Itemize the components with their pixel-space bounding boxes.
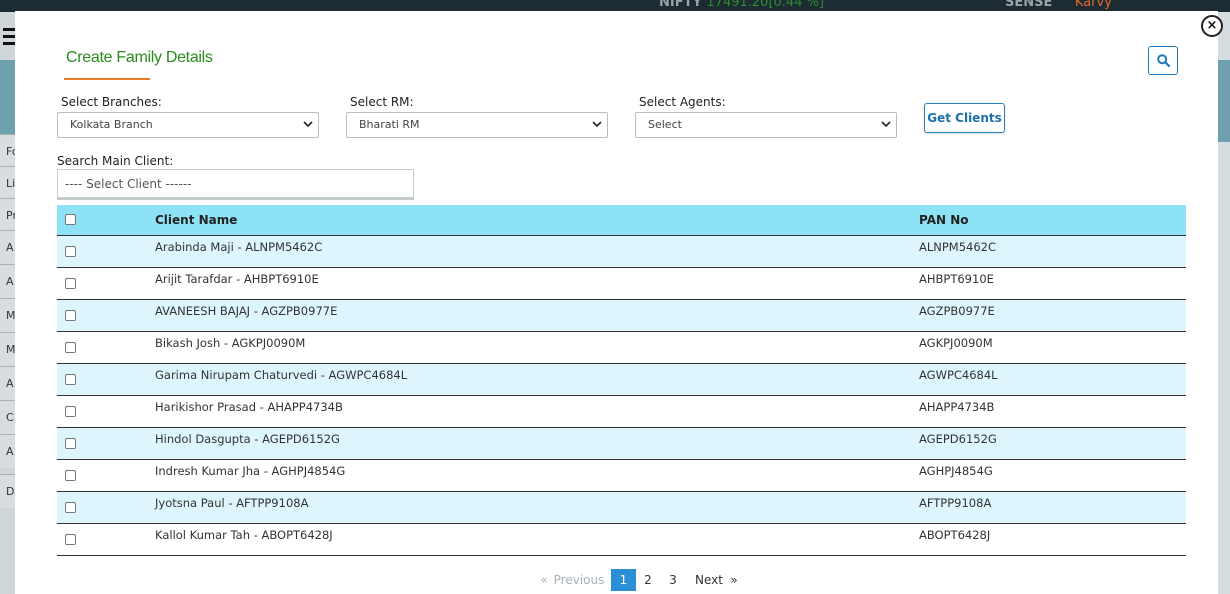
- agents-selected-value: Select: [648, 118, 682, 131]
- background-sidebar-row: A: [0, 434, 15, 468]
- nifty-ticker: NIFTY 17491.20[0.44 %]: [659, 0, 825, 10]
- background-sidebar-row: Fo: [0, 134, 15, 168]
- agents-label: Select Agents:: [639, 95, 726, 109]
- hamburger-menu-icon[interactable]: [3, 28, 15, 48]
- pan-cell: AGZPB0977E: [919, 304, 995, 318]
- select-all-checkbox[interactable]: [65, 214, 76, 225]
- column-header-pan: PAN No: [919, 213, 969, 227]
- sensex-ticker: SENSE Karvy: [1005, 0, 1112, 10]
- title-underline: [64, 78, 150, 80]
- row-checkbox[interactable]: [65, 342, 76, 353]
- pan-cell: AGWPC4684L: [919, 368, 998, 382]
- pagination-previous: Previous: [553, 573, 605, 587]
- row-checkbox[interactable]: [65, 534, 76, 545]
- client-name-cell: AVANEESH BAJAJ - AGZPB0977E: [155, 304, 338, 318]
- client-name-cell: Jyotsna Paul - AFTPP9108A: [155, 496, 309, 510]
- table-header: Client Name PAN No: [57, 205, 1186, 236]
- pagination-page-1[interactable]: 1: [611, 569, 636, 591]
- row-checkbox[interactable]: [65, 246, 76, 257]
- table-row[interactable]: Arijit Tarafdar - AHBPT6910E AHBPT6910E: [57, 268, 1186, 300]
- background-sidebar-row: A: [0, 264, 15, 298]
- background-banner: [0, 60, 15, 142]
- pan-cell: AFTPP9108A: [919, 496, 992, 510]
- row-checkbox[interactable]: [65, 502, 76, 513]
- clients-table: Client Name PAN No Arabinda Maji - ALNPM…: [57, 205, 1186, 556]
- table-row[interactable]: Hindol Dasgupta - AGEPD6152G AGEPD6152G: [57, 428, 1186, 460]
- background-sidebar-row: Li: [0, 166, 15, 200]
- branches-selected-value: Kolkata Branch: [70, 118, 153, 131]
- table-row[interactable]: Harikishor Prasad - AHAPP4734B AHAPP4734B: [57, 396, 1186, 428]
- rm-label: Select RM:: [350, 95, 414, 109]
- background-sidebar-row: M: [0, 298, 15, 332]
- client-name-cell: Arijit Tarafdar - AHBPT6910E: [155, 272, 319, 286]
- table-row[interactable]: Jyotsna Paul - AFTPP9108A AFTPP9108A: [57, 492, 1186, 524]
- pan-cell: AHBPT6910E: [919, 272, 994, 286]
- search-button[interactable]: [1148, 46, 1178, 75]
- table-row[interactable]: Arabinda Maji - ALNPM5462C ALNPM5462C: [57, 236, 1186, 268]
- modal-title: Create Family Details: [66, 49, 213, 66]
- background-sidebar-row: A: [0, 230, 15, 264]
- background-sidebar-row: C: [0, 400, 15, 434]
- branches-label: Select Branches:: [61, 95, 162, 109]
- branches-select[interactable]: Kolkata Branch: [57, 112, 319, 138]
- background-sidebar: FoLiPrAAMMACAD: [0, 12, 15, 594]
- rm-selected-value: Bharati RM: [359, 118, 420, 131]
- chevron-down-icon: [592, 121, 602, 128]
- pan-cell: ABOPT6428J: [919, 528, 991, 542]
- pagination-page-3[interactable]: 3: [666, 569, 680, 591]
- get-clients-button[interactable]: Get Clients: [924, 103, 1005, 133]
- search-icon: [1157, 54, 1170, 67]
- background-sidebar-row: A: [0, 366, 15, 400]
- row-checkbox[interactable]: [65, 406, 76, 417]
- background-sidebar-row: M: [0, 332, 15, 366]
- row-checkbox[interactable]: [65, 310, 76, 321]
- chevron-down-icon: [881, 121, 891, 128]
- row-checkbox[interactable]: [65, 470, 76, 481]
- column-header-client-name: Client Name: [155, 213, 238, 227]
- table-row[interactable]: Garima Nirupam Chaturvedi - AGWPC4684L AG…: [57, 364, 1186, 396]
- table-row[interactable]: AVANEESH BAJAJ - AGZPB0977E AGZPB0977E: [57, 300, 1186, 332]
- table-row[interactable]: Kallol Kumar Tah - ABOPT6428J ABOPT6428J: [57, 524, 1186, 556]
- pan-cell: AGHPJ4854G: [919, 464, 993, 478]
- client-name-cell: Garima Nirupam Chaturvedi - AGWPC4684L: [155, 368, 408, 382]
- rm-select[interactable]: Bharati RM: [346, 112, 608, 138]
- client-name-cell: Hindol Dasgupta - AGEPD6152G: [155, 432, 340, 446]
- close-modal-button[interactable]: ×: [1201, 15, 1223, 37]
- client-name-cell: Harikishor Prasad - AHAPP4734B: [155, 400, 343, 414]
- search-main-client-label: Search Main Client:: [57, 154, 174, 168]
- pan-cell: AGEPD6152G: [919, 432, 997, 446]
- pagination-next-arrow[interactable]: »: [728, 569, 740, 591]
- table-row[interactable]: Bikash Josh - AGKPJ0090M AGKPJ0090M: [57, 332, 1186, 364]
- agents-select[interactable]: Select: [635, 112, 897, 138]
- background-right-edge: [1218, 12, 1230, 594]
- pan-cell: ALNPM5462C: [919, 240, 997, 254]
- pagination-next[interactable]: Next: [693, 569, 725, 591]
- client-name-cell: Arabinda Maji - ALNPM5462C: [155, 240, 323, 254]
- background-sidebar-row: Pr: [0, 198, 15, 232]
- client-name-cell: Bikash Josh - AGKPJ0090M: [155, 336, 306, 350]
- create-family-modal: Create Family Details Select Branches: K…: [15, 11, 1218, 594]
- pan-cell: AGKPJ0090M: [919, 336, 993, 350]
- row-checkbox[interactable]: [65, 374, 76, 385]
- pan-cell: AHAPP4734B: [919, 400, 995, 414]
- background-sidebar-row: D: [0, 474, 15, 508]
- pagination-page-2[interactable]: 2: [641, 569, 655, 591]
- row-checkbox[interactable]: [65, 278, 76, 289]
- client-name-cell: Indresh Kumar Jha - AGHPJ4854G: [155, 464, 346, 478]
- main-client-select[interactable]: ---- Select Client ------: [57, 169, 414, 200]
- row-checkbox[interactable]: [65, 438, 76, 449]
- client-name-cell: Kallol Kumar Tah - ABOPT6428J: [155, 528, 333, 542]
- table-row[interactable]: Indresh Kumar Jha - AGHPJ4854G AGHPJ4854G: [57, 460, 1186, 492]
- chevron-down-icon: [303, 121, 313, 128]
- pagination-prev-arrow: «: [540, 573, 548, 587]
